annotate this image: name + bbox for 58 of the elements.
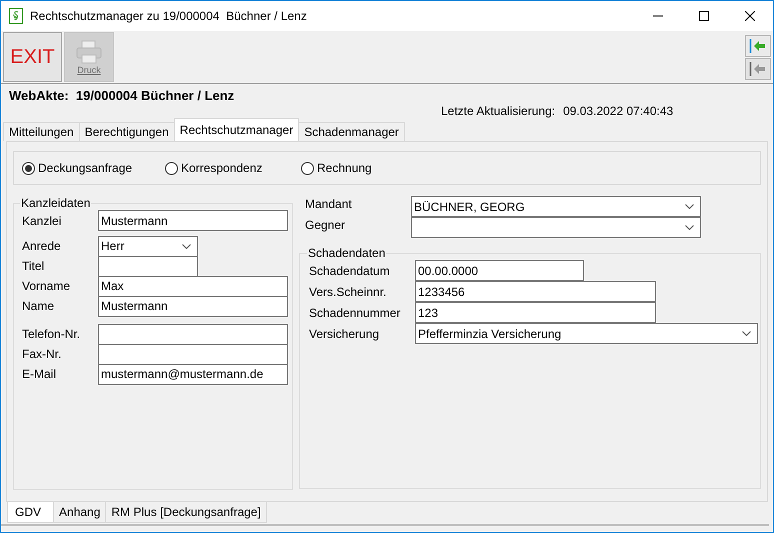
input-field[interactable]: Mustermann [98, 296, 288, 316]
field-label: Anrede [22, 239, 62, 253]
chevron-down-icon [742, 331, 751, 336]
field-label: Fax-Nr. [22, 347, 62, 361]
input-field[interactable]: 00.00.0000 [415, 260, 584, 281]
exit-button[interactable]: EXIT [3, 32, 62, 82]
input-field[interactable]: mustermann@mustermann.de [98, 364, 288, 384]
input-field[interactable]: Mustermann [98, 210, 288, 231]
radio-button[interactable] [22, 162, 35, 174]
field-label: Schadendatum [309, 264, 391, 278]
field-label: Titel [22, 259, 46, 273]
input-field[interactable] [98, 324, 288, 344]
back-arrow-button[interactable] [745, 34, 771, 56]
tab[interactable]: Rechtschutzmanager [174, 118, 300, 141]
radio-option[interactable]: Rechnung [301, 161, 372, 175]
tab[interactable]: Schadenmanager [298, 122, 405, 141]
field-label: Mandant [305, 196, 353, 211]
chevron-down-icon [685, 225, 694, 230]
field-label: Vorname [22, 279, 72, 293]
radio-option[interactable]: Deckungsanfrage [22, 161, 165, 175]
group-title: Schadendaten [307, 246, 386, 260]
close-icon[interactable] [745, 11, 755, 21]
radio-button[interactable] [301, 162, 314, 174]
dropdown[interactable] [411, 217, 701, 238]
maximize-icon[interactable] [699, 11, 709, 21]
field-label: Versicherung [309, 326, 380, 340]
printer-icon [76, 40, 102, 64]
arrow-left-icon [749, 38, 767, 54]
window-title: Rechtschutzmanager zu 19/000004 Büchner / Lenz [30, 9, 307, 23]
tab[interactable]: Mitteilungen [3, 122, 80, 141]
field-label: Schadennummer [309, 306, 402, 320]
input-field[interactable] [98, 256, 198, 276]
radio-option[interactable]: Korrespondenz [165, 161, 301, 175]
chevron-down-icon [685, 204, 694, 209]
tab[interactable]: Berechtigungen [78, 122, 175, 141]
field-label: E-Mail [22, 367, 58, 381]
app-icon [9, 8, 23, 24]
input-field[interactable]: 123 [415, 302, 656, 323]
field-label: Telefon-Nr. [22, 327, 82, 341]
field-label: Kanzlei [22, 214, 62, 228]
input-field[interactable] [98, 344, 288, 364]
dropdown[interactable]: Herr [98, 236, 198, 256]
input-field[interactable]: 1233456 [415, 281, 656, 302]
group-title: Kanzleidaten [20, 196, 92, 210]
tab[interactable]: GDV [7, 502, 54, 523]
dropdown[interactable]: BÜCHNER, GEORG [411, 196, 701, 217]
dropdown[interactable]: Pfefferminzia Versicherung [415, 323, 758, 344]
record-title: WebAkte: 19/000004 Büchner / Lenz [8, 87, 236, 103]
radio-button[interactable] [165, 162, 178, 174]
chevron-down-icon [182, 244, 191, 248]
last-update-value: 09.03.2022 07:40:43 [563, 104, 674, 118]
field-label: Vers.Scheinnr. [309, 284, 388, 298]
last-update-label: Letzte Aktualisierung: [441, 104, 556, 118]
input-field[interactable]: Max [98, 276, 288, 296]
field-label: Gegner [305, 217, 346, 232]
arrow-left-icon [749, 60, 767, 76]
field-label: Name [22, 299, 56, 313]
tab[interactable]: RM Plus [Deckungsanfrage] [105, 502, 267, 523]
